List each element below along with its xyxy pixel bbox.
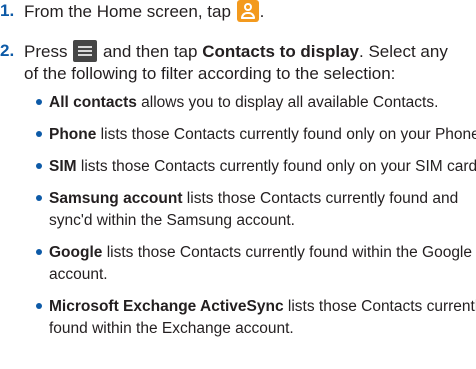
step-number: 1. [0, 1, 15, 20]
list-item-bold: SIM [49, 158, 77, 175]
step-1-text-before: From the Home screen, tap [24, 2, 231, 21]
step-text: Press and then tap Contacts to display. … [24, 40, 448, 63]
bullet-dot [36, 163, 42, 169]
bullet-dot [36, 195, 42, 201]
bullet-dot [36, 99, 42, 105]
contacts-person-icon [236, 0, 259, 22]
bullet-dot [36, 131, 42, 137]
list-item-text: allows you to display all available Cont… [136, 94, 439, 111]
step-1-text-after: . [259, 2, 265, 21]
list-item-text: lists those Contacts currently found wit… [102, 244, 472, 261]
bullet-dot [36, 249, 42, 255]
list-item-bold: Phone [49, 126, 97, 143]
step-2-and-tap: and then tap [102, 42, 198, 61]
bullet-dot [36, 303, 42, 309]
list-item-bold: All contacts [49, 94, 137, 111]
list-item-line2: found within the Exchange account. [49, 320, 294, 337]
menu-icon [73, 40, 98, 62]
list-item-bold: Microsoft Exchange ActiveSync [49, 298, 284, 315]
list-item-line2: sync'd within the Samsung account. [49, 212, 295, 229]
list-item-bold: Google [49, 244, 103, 261]
list-item-bold: Samsung account [49, 190, 183, 207]
step-2-rest: . Select any [359, 42, 448, 61]
step-text: From the Home screen, tap . [24, 0, 264, 23]
step-2-press: Press [24, 42, 68, 61]
step-2-line2: of the following to filter according to … [24, 64, 396, 83]
list-item-text: lists those Contacts currently [283, 298, 476, 315]
list-item-text: lists those Contacts currently found onl… [96, 126, 476, 143]
step-2-bold: Contacts to display [202, 42, 360, 61]
list-item-text: lists those Contacts currently found onl… [76, 158, 476, 175]
list-item-line2: account. [49, 266, 108, 283]
step-number: 2. [0, 41, 15, 60]
list-item-text: lists those Contacts currently found and [182, 190, 459, 207]
